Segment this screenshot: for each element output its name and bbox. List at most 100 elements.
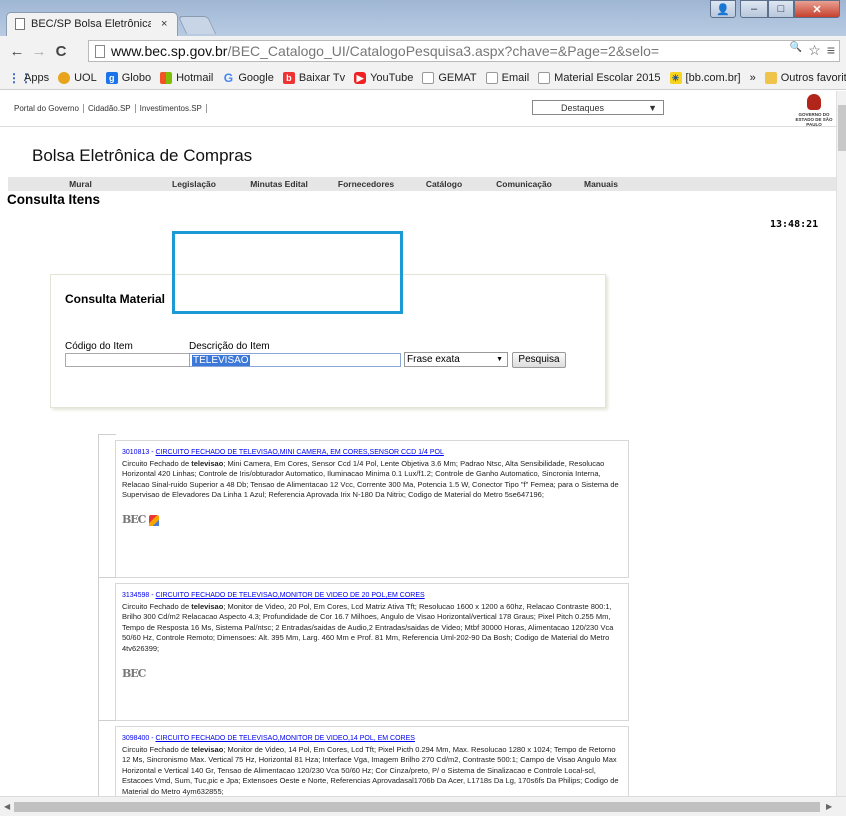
match-mode-value: Frase exata [407,354,460,365]
scroll-right-icon[interactable]: ▶ [826,802,832,811]
result-description-before: Circuito Fechado de [122,744,192,754]
result-logos: BEC [122,513,622,527]
back-arrow-icon[interactable]: ← [6,43,28,60]
search-button[interactable]: Pesquisa [512,352,566,368]
result-item: 3098400 - CIRCUITO FECHADO DE TELEVISAO,… [115,726,629,796]
descricao-input[interactable]: TELEVISAO [189,353,401,367]
menu-manuais[interactable]: Manuais [569,179,633,189]
maximize-button[interactable]: □ [768,0,794,18]
close-button[interactable]: ✕ [794,0,840,18]
vertical-scrollbar[interactable] [836,91,846,796]
bookmark-item[interactable]: G Google [222,70,274,85]
zoom-icon[interactable]: 🔍 [790,42,802,59]
menu-minutas-edital[interactable]: Minutas Edital [235,179,323,189]
globo-icon: g [105,71,118,84]
menu-fornecedores[interactable]: Fornecedores [323,179,409,189]
baixar-icon: b [282,71,295,84]
result-arrow [98,434,116,440]
user-icon[interactable]: 👤 [710,0,736,18]
descricao-label: Descrição do Item [189,341,270,352]
menu-mural[interactable]: Mural [8,179,153,189]
bookmark-item[interactable]: Hotmail [160,71,213,84]
menu-catalogo[interactable]: Catálogo [409,179,479,189]
browser-tab[interactable]: BEC/SP Bolsa Eletrônica d × [6,12,178,36]
section-title: Consulta Itens [7,192,101,207]
bookmark-item[interactable]: GEMAT [422,71,477,84]
bec-logo-icon: BEC [122,666,146,680]
star-icon[interactable]: ☆ [808,42,821,59]
page-icon [422,71,435,84]
result-logos: BEC [122,666,622,680]
window-controls: 👤 – □ ✕ [710,0,840,18]
dropdown-arrow-icon: ▼ [648,102,657,113]
destaques-select[interactable]: Destaques ▼ [532,100,664,115]
bookmark-item[interactable]: ▶ YouTube [354,71,413,84]
vertical-scroll-thumb[interactable] [838,105,846,151]
scroll-left-icon[interactable]: ◀ [4,802,10,811]
result-item: 3010813 - CIRCUITO FECHADO DE TELEVISAO,… [115,440,629,578]
bookmark-item[interactable]: » [750,72,756,84]
forward-arrow-icon[interactable]: → [28,43,50,60]
bec-logo-icon: BEC [122,513,146,527]
menu-comunicacao[interactable]: Comunicação [479,179,569,189]
horizontal-scroll-thumb[interactable] [14,802,820,812]
result-heading: 3098400 - CIRCUITO FECHADO DE TELEVISAO,… [122,733,622,745]
bookmark-item[interactable]: ⋮⋮ Apps [8,72,49,84]
url-host: www.bec.sp.gov.br [111,43,228,59]
bookmark-label: Email [501,71,530,84]
page-icon [15,18,25,30]
bookmark-item[interactable]: ✳ [bb.com.br] [669,71,741,84]
result-item: 3134598 - CIRCUITO FECHADO DE TELEVISAO,… [115,583,629,721]
folder-icon [764,71,777,84]
minimize-button[interactable]: – [740,0,768,18]
codigo-label: Código do Item [65,341,133,352]
bookmark-item[interactable]: UOL [58,71,97,84]
result-heading: 3134598 - CIRCUITO FECHADO DE TELEVISAO,… [122,590,622,602]
bookmark-item[interactable]: Email [485,71,530,84]
result-description-bold: televisao [191,458,224,468]
result-title-link[interactable]: CIRCUITO FECHADO DE TELEVISAO,MONITOR DE… [156,735,415,742]
page-icon [538,71,551,84]
result-heading: 3010813 - CIRCUITO FECHADO DE TELEVISAO,… [122,447,622,459]
new-tab-button[interactable] [177,16,217,34]
bookmark-item[interactable]: Outros favoritos [764,71,846,84]
menu-icon[interactable]: ≡ [827,42,835,59]
government-seal: GOVERNO DO ESTADO DE SÃO PAULO [794,94,834,127]
result-code[interactable]: 3010813 [122,449,149,456]
youtube-icon: ▶ [354,71,367,84]
window-titlebar: BEC/SP Bolsa Eletrônica d × 👤 – □ ✕ [0,0,846,36]
bookmark-label: GEMAT [438,71,477,84]
bookmark-item[interactable]: Material Escolar 2015 [538,71,661,84]
hotmail-icon [160,71,173,84]
result-connector [98,434,99,578]
page-icon [95,44,105,58]
apps-icon: ⋮⋮ [8,70,32,85]
result-title-link[interactable]: CIRCUITO FECHADO DE TELEVISAO,MONITOR DE… [156,592,425,599]
result-code[interactable]: 3098400 [122,735,149,742]
menu-legislacao[interactable]: Legislação [153,179,235,189]
result-connector [98,577,99,721]
result-code[interactable]: 3134598 [122,592,149,599]
horizontal-scrollbar[interactable]: ◀ ▶ [0,796,846,816]
result-title-link[interactable]: CIRCUITO FECHADO DE TELEVISAO,MINI CAMER… [156,449,444,456]
match-mode-select[interactable]: Frase exata ▼ [404,352,508,367]
bookmark-item[interactable]: g Globo [105,71,151,84]
reload-icon[interactable]: C [50,43,72,60]
result-description: Circuito Fechado de televisao; Mini Came… [122,459,622,501]
link-cidadao-sp[interactable]: Cidadão.SP [84,104,136,113]
address-bar[interactable]: www.bec.sp.gov.br /BEC_Catalogo_UI/Catal… [88,40,840,62]
annotation-highlight-box [172,231,403,314]
crest-icon [807,94,821,110]
bookmark-label: Google [238,71,274,84]
dropdown-arrow-icon: ▼ [496,356,503,363]
search-panel-title: Consulta Material [65,292,166,306]
tab-close-icon[interactable]: × [161,18,167,30]
descricao-input-value: TELEVISAO [192,354,250,366]
result-description-bold: televisao [191,601,224,611]
link-investimentos-sp[interactable]: Investimentos.SP [136,104,207,113]
government-bar: Portal do Governo Cidadão.SP Investiment… [0,91,836,127]
bookmark-item[interactable]: b Baixar Tv [282,71,345,84]
link-portal-governo[interactable]: Portal do Governo [10,104,84,113]
google-icon: G [223,70,234,85]
codigo-input[interactable] [65,353,191,367]
